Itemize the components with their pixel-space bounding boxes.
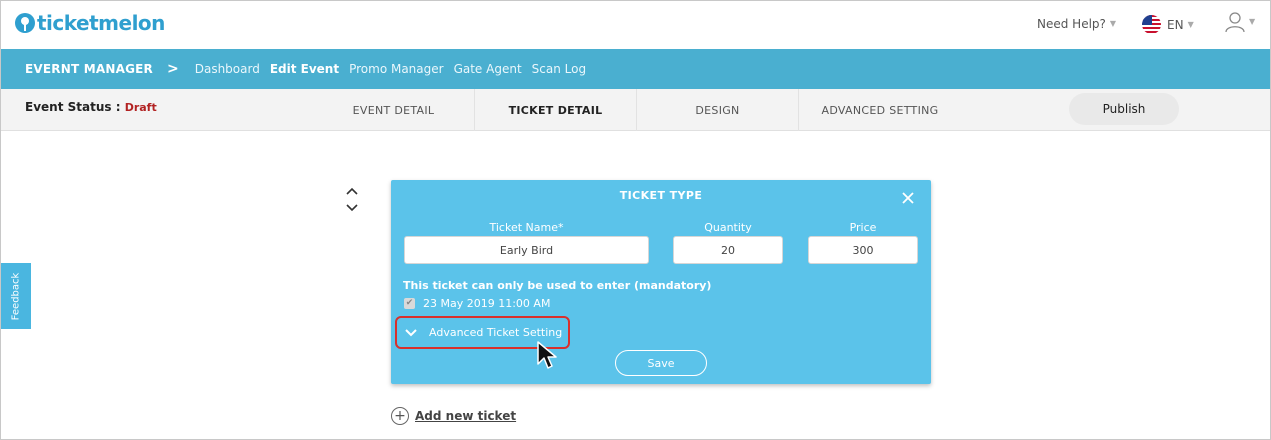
event-manager-title: EVERNT MANAGER: [25, 62, 153, 76]
ticket-type-title: TICKET TYPE: [619, 189, 703, 202]
move-up-button[interactable]: [344, 184, 360, 198]
caret-down-icon: ▼: [1187, 20, 1194, 29]
mouse-pointer-icon: [537, 341, 557, 369]
ticketmelon-logo[interactable]: ticketmelon: [15, 11, 165, 35]
price-label: Price: [849, 221, 877, 234]
date-checkbox[interactable]: ✔: [404, 298, 415, 309]
event-status-label: Event Status :: [25, 100, 121, 114]
date-option[interactable]: ✔ 23 May 2019 11:00 AM: [404, 297, 550, 310]
quantity-input[interactable]: [673, 236, 783, 264]
status-bar: Event Status : Draft EVENT DETAIL TICKET…: [1, 89, 1270, 131]
top-header: ticketmelon Need Help? ▼ EN ▼ ▼: [1, 1, 1270, 49]
nav-link-promo-manager[interactable]: Promo Manager: [349, 62, 443, 76]
need-help-menu[interactable]: Need Help? ▼: [1037, 17, 1116, 31]
plus-circle-icon: +: [391, 407, 409, 425]
price-input[interactable]: [808, 236, 918, 264]
tab-event-detail[interactable]: EVENT DETAIL: [313, 89, 475, 131]
publish-button[interactable]: Publish: [1069, 93, 1179, 125]
chevron-right-icon: >: [166, 61, 179, 77]
chevron-down-icon: [346, 204, 358, 212]
chevron-down-icon: [405, 328, 417, 336]
language-selector[interactable]: EN ▼: [1142, 15, 1194, 34]
ticket-name-input[interactable]: [404, 236, 649, 264]
us-flag-icon: [1142, 15, 1161, 34]
tab-ticket-detail[interactable]: TICKET DETAIL: [475, 89, 637, 131]
caret-down-icon: ▼: [1249, 17, 1256, 26]
feedback-label: Feedback: [10, 272, 22, 320]
logo-text: ticketmelon: [37, 11, 165, 35]
mandatory-entry-text: This ticket can only be used to enter (m…: [403, 279, 712, 292]
user-icon: [1225, 12, 1245, 33]
caret-down-icon: ▼: [1109, 19, 1117, 28]
nav-link-edit-event[interactable]: Edit Event: [270, 62, 339, 76]
add-new-ticket-label: Add new ticket: [415, 409, 517, 423]
nav-link-scan-log[interactable]: Scan Log: [532, 62, 586, 76]
chevron-up-icon: [346, 187, 358, 195]
ticketmelon-logo-icon: [15, 13, 35, 33]
language-label: EN: [1167, 17, 1184, 32]
ticket-name-label: Ticket Name*: [489, 221, 564, 234]
move-down-button[interactable]: [344, 201, 360, 215]
user-menu[interactable]: ▼: [1225, 11, 1255, 33]
ticket-type-card: TICKET TYPE Ticket Name* Quantity Price …: [391, 180, 931, 384]
advanced-ticket-setting-label: Advanced Ticket Setting: [429, 326, 563, 339]
nav-link-dashboard[interactable]: Dashboard: [195, 62, 260, 76]
close-button[interactable]: [900, 190, 916, 206]
close-icon: [902, 192, 914, 204]
tab-advanced-setting[interactable]: ADVANCED SETTING: [799, 89, 961, 131]
save-button[interactable]: Save: [615, 350, 707, 376]
main-nav: EVERNT MANAGER > Dashboard Edit Event Pr…: [1, 49, 1270, 89]
add-new-ticket-button[interactable]: + Add new ticket: [391, 407, 516, 425]
nav-link-gate-agent[interactable]: Gate Agent: [454, 62, 522, 76]
date-option-label: 23 May 2019 11:00 AM: [423, 297, 551, 310]
need-help-label: Need Help?: [1037, 17, 1106, 31]
editor-tabs: EVENT DETAIL TICKET DETAIL DESIGN ADVANC…: [313, 89, 961, 131]
feedback-tab[interactable]: Feedback: [1, 263, 31, 329]
tab-design[interactable]: DESIGN: [637, 89, 799, 131]
event-status: Event Status : Draft: [25, 100, 157, 114]
quantity-label: Quantity: [704, 221, 752, 234]
status-badge: Draft: [124, 101, 157, 114]
